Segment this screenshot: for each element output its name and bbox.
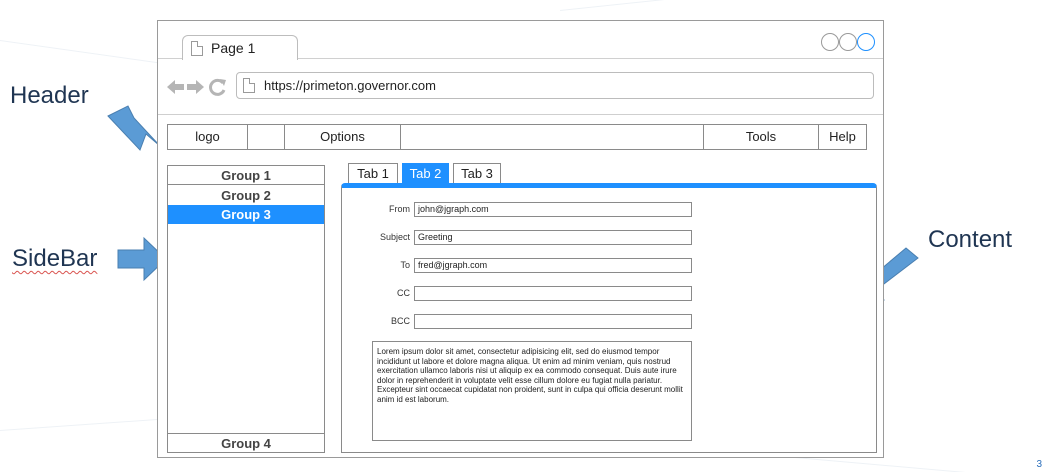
header-annotation-label: Header [10, 82, 89, 109]
tab-2[interactable]: Tab 2 [402, 163, 449, 183]
bcc-label: BCC [390, 316, 410, 326]
slide-number: 3 [1036, 459, 1042, 470]
subject-label: Subject [379, 232, 410, 242]
menu-options[interactable]: Options [285, 125, 401, 149]
slide: Header SideBar Content Page 1 https://pr… [0, 0, 1048, 472]
menu-bar: logo Options Tools Help [167, 124, 867, 150]
address-bar[interactable]: https://primeton.governor.com [236, 72, 874, 99]
tab-1[interactable]: Tab 1 [348, 163, 398, 183]
tab-3[interactable]: Tab 3 [453, 163, 501, 183]
page-icon [191, 41, 203, 56]
content-annotation-label: Content [928, 226, 1013, 253]
menu-help[interactable]: Help [819, 125, 866, 149]
sidebar-item-group-1[interactable]: Group 1 [168, 166, 324, 185]
subject-field[interactable]: Greeting [414, 230, 692, 245]
window-circle-icon[interactable] [839, 33, 857, 51]
browser-navbar: https://primeton.governor.com [158, 59, 883, 115]
window-circle-icon[interactable] [821, 33, 839, 51]
menu-spacer [248, 125, 285, 149]
browser-tab-label: Page 1 [211, 40, 256, 56]
menu-tools[interactable]: Tools [704, 125, 819, 149]
background-line [560, 0, 1046, 11]
content-panel: From john@jgraph.com Subject Greeting To… [341, 183, 877, 453]
browser-window: Page 1 https://primeton.governor.com log… [157, 20, 884, 458]
cc-label: CC [397, 288, 410, 298]
to-field[interactable]: fred@jgraph.com [414, 258, 692, 273]
bcc-field[interactable] [414, 314, 692, 329]
address-bar-url: https://primeton.governor.com [264, 78, 436, 93]
sidebar-annotation-label: SideBar [12, 245, 98, 272]
browser-titlebar: Page 1 [158, 21, 883, 60]
refresh-icon[interactable] [209, 78, 227, 96]
page-icon [243, 78, 255, 93]
window-circle-icon[interactable] [857, 33, 875, 51]
header-arrow-icon [107, 105, 161, 151]
browser-tab[interactable]: Page 1 [182, 35, 298, 60]
message-body-textarea[interactable]: Lorem ipsum dolor sit amet, consectetur … [372, 341, 692, 441]
from-field[interactable]: john@jgraph.com [414, 202, 692, 217]
cc-field[interactable] [414, 286, 692, 301]
sidebar: Group 1 Group 2 Group 3 Group 4 [167, 165, 325, 453]
back-arrow-icon[interactable] [167, 79, 185, 95]
to-label: To [400, 260, 410, 270]
menu-logo[interactable]: logo [168, 125, 248, 149]
from-label: From [389, 204, 410, 214]
sidebar-item-group-2[interactable]: Group 2 [168, 186, 324, 205]
forward-arrow-icon[interactable] [186, 79, 204, 95]
sidebar-item-group-3[interactable]: Group 3 [168, 205, 324, 224]
menu-spacer [401, 125, 704, 149]
sidebar-item-group-4[interactable]: Group 4 [168, 433, 324, 452]
